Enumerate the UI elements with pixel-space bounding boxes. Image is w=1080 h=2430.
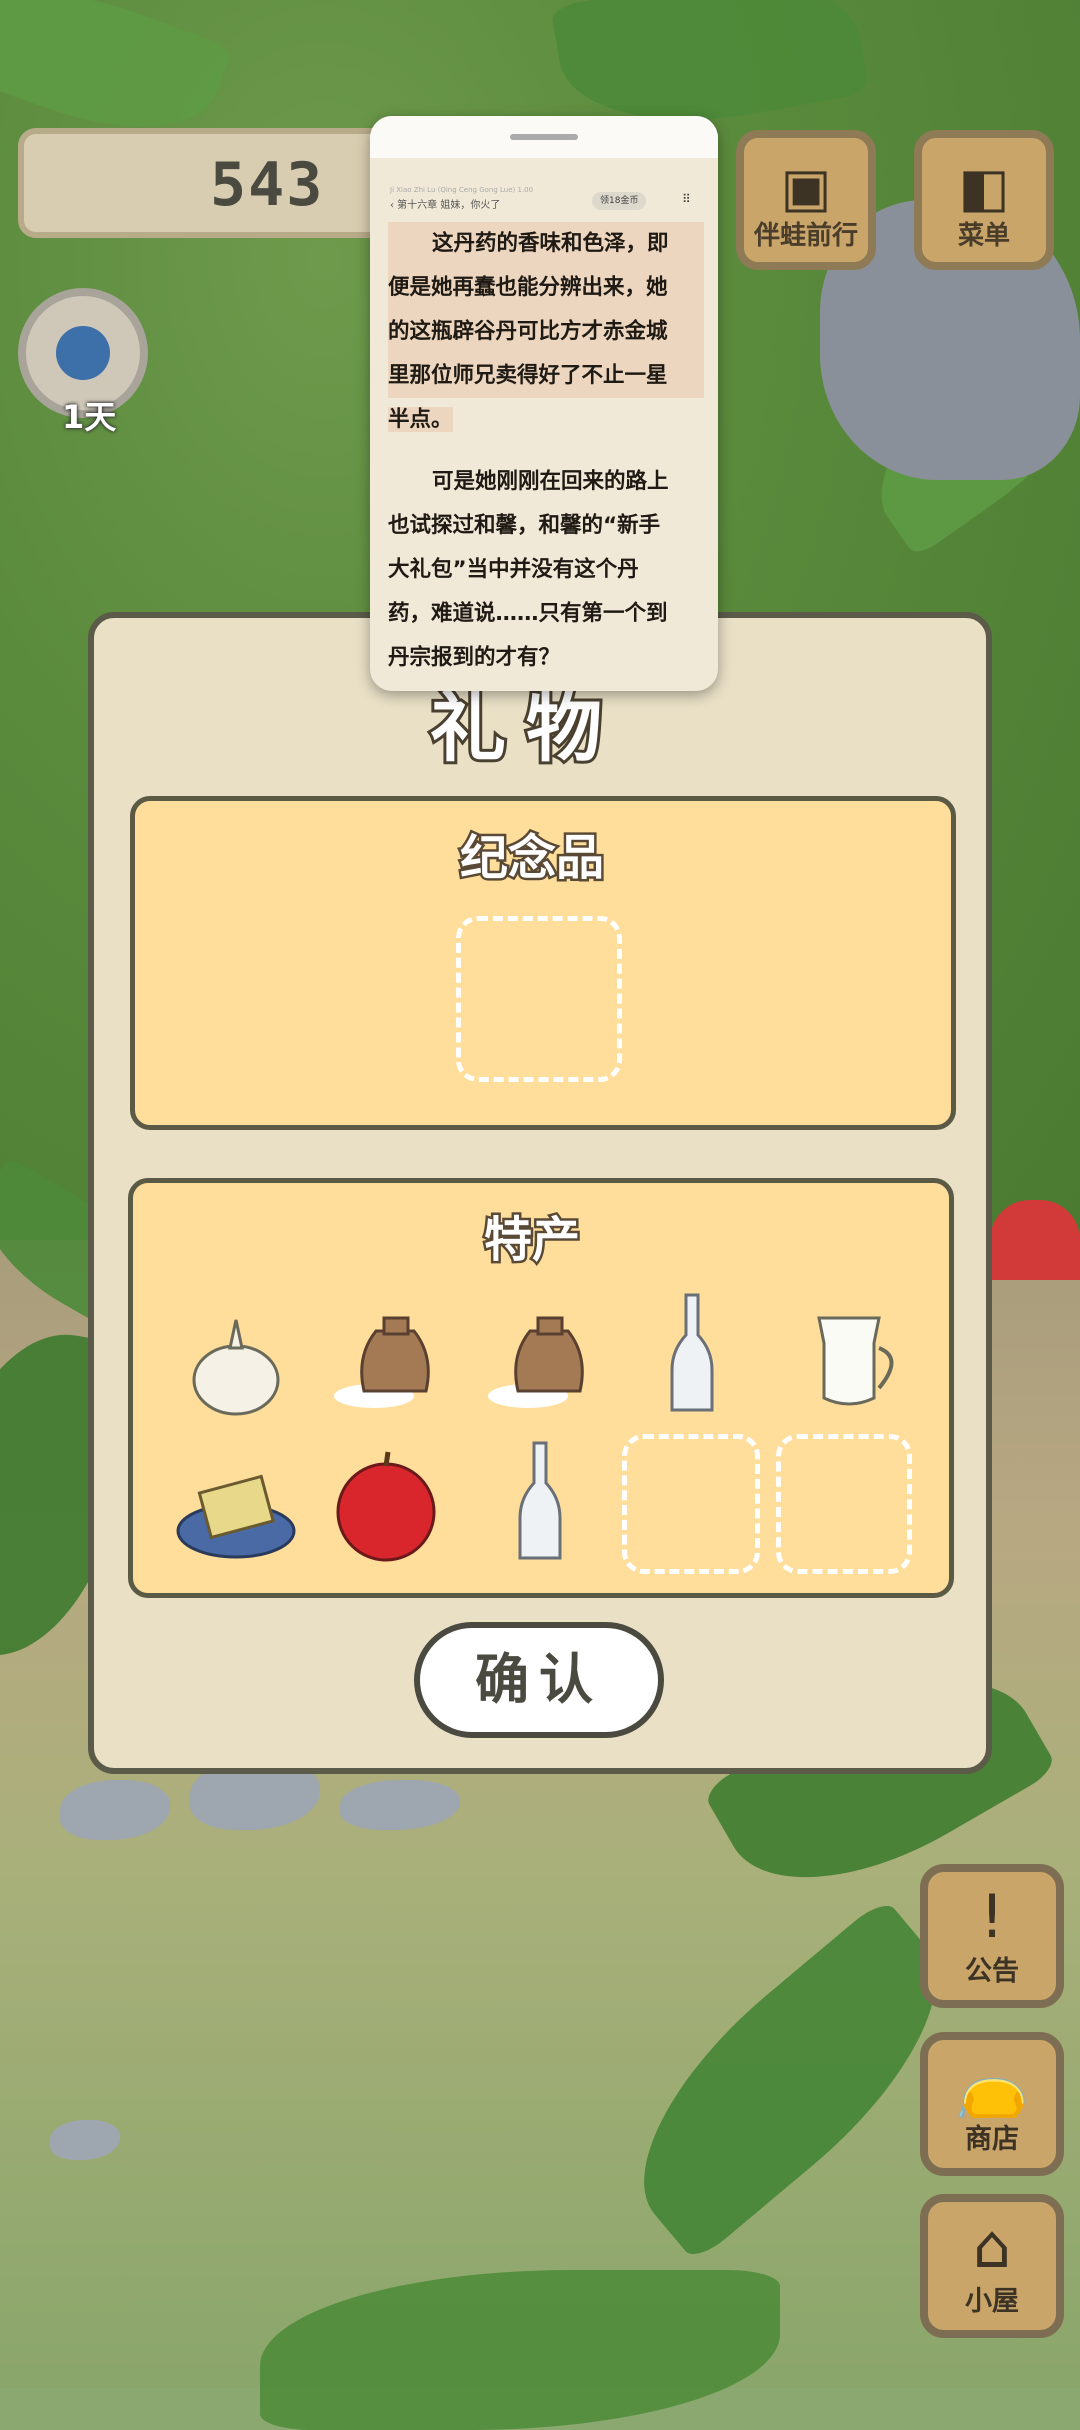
garlic-item[interactable] — [176, 1300, 296, 1420]
clover-bar — [18, 128, 398, 238]
rice-bag-item[interactable] — [326, 1296, 446, 1416]
bottle-icon — [670, 1293, 714, 1412]
milk-jug-icon — [817, 1316, 894, 1406]
reader-book-info: Ji Xiao Zhi Lu (Qing Ceng Gong Lue) 1.00 — [390, 186, 534, 194]
text-line: 大礼包”当中并没有这个丹 — [388, 557, 639, 582]
milk-jug-item[interactable] — [794, 1298, 914, 1418]
notice-label: 公告 — [965, 1956, 1019, 1987]
shop-bag-icon: 👝 — [954, 2051, 1030, 2121]
rice-bag-icon — [488, 1316, 584, 1408]
text-line: 这丹药的香味和色泽，即 — [388, 222, 704, 266]
specialty-title: 特产 — [481, 1210, 582, 1271]
reader-menu-icon[interactable]: ⠿ — [682, 192, 691, 206]
text-line: 半点。 — [388, 398, 704, 442]
reader-paragraph-1: 这丹药的香味和色泽，即 便是她再蠢也能分辨出来，她 的这瓶辟谷丹可比方才赤金城 … — [388, 222, 704, 442]
chapter-back-link[interactable]: ‹ 第十六章 姐妹，你火了 — [390, 196, 500, 211]
travel-with-frog-button[interactable]: ▣ 伴蛙前行 — [736, 130, 876, 270]
text-line: 的这瓶辟谷丹可比方才赤金城 — [388, 310, 704, 354]
menu-icon: ◧ — [958, 156, 1010, 219]
text-line: 药，难道说……只有第一个到 — [388, 601, 668, 626]
garlic-icon — [192, 1319, 280, 1416]
rice-bag-icon — [334, 1316, 430, 1408]
notice-button[interactable]: ! 公告 — [920, 1864, 1064, 2008]
menu-button[interactable]: ◧ 菜单 — [914, 130, 1054, 270]
frog-icon — [56, 326, 110, 380]
shop-label: 商店 — [965, 2124, 1019, 2155]
text-line: 便是她再蠢也能分辨出来，她 — [388, 266, 704, 310]
confirm-button[interactable]: 确认 — [414, 1622, 664, 1738]
menu-button-label: 菜单 — [957, 221, 1010, 251]
souvenir-empty-slot[interactable] — [456, 916, 622, 1082]
reader-paragraph-2: 可是她刚刚在回来的路上 也试探过和馨，和馨的“新手 大礼包”当中并没有这个丹 药… — [388, 460, 704, 680]
specialty-empty-slot[interactable] — [622, 1434, 760, 1574]
apple-icon — [336, 1451, 436, 1562]
coin-reward-badge[interactable]: 领18金币 — [592, 192, 647, 210]
drag-handle[interactable] — [510, 134, 578, 140]
apple-item[interactable] — [326, 1446, 446, 1566]
rice-bag-item[interactable] — [480, 1296, 600, 1416]
shop-button[interactable]: 👝 商店 — [920, 2032, 1064, 2176]
text-line: 里那位师兄卖得好了不止一星 — [388, 354, 704, 398]
mailbox-decoration — [990, 1200, 1080, 1280]
specialty-empty-slot[interactable] — [776, 1434, 912, 1574]
butter-icon — [176, 1474, 296, 1559]
text-line: 也试探过和馨，和馨的“新手 — [388, 513, 661, 538]
house-label: 小屋 — [965, 2286, 1019, 2317]
glass-bottle-item[interactable] — [480, 1438, 600, 1560]
bottle-icon — [518, 1441, 562, 1560]
exclamation-icon: ! — [979, 1882, 1005, 1952]
house-button[interactable]: ⌂ 小屋 — [920, 2194, 1064, 2338]
glass-bottle-item[interactable] — [632, 1290, 752, 1412]
travel-button-label: 伴蛙前行 — [753, 221, 858, 251]
butter-plate-item[interactable] — [176, 1446, 296, 1566]
house-icon: ⌂ — [972, 2212, 1012, 2282]
text-line: 丹宗报到的才有？ — [388, 645, 561, 670]
album-icon: ▣ — [780, 156, 832, 219]
reader-popup[interactable]: Ji Xiao Zhi Lu (Qing Ceng Gong Lue) 1.00… — [370, 116, 718, 691]
souvenir-title: 纪念品 — [457, 828, 606, 889]
day-counter: 1天 — [62, 398, 117, 436]
text-line-end: 半点。 — [388, 407, 453, 432]
clover-count: 543 — [210, 150, 325, 220]
text-line: 可是她刚刚在回来的路上 — [432, 469, 669, 494]
